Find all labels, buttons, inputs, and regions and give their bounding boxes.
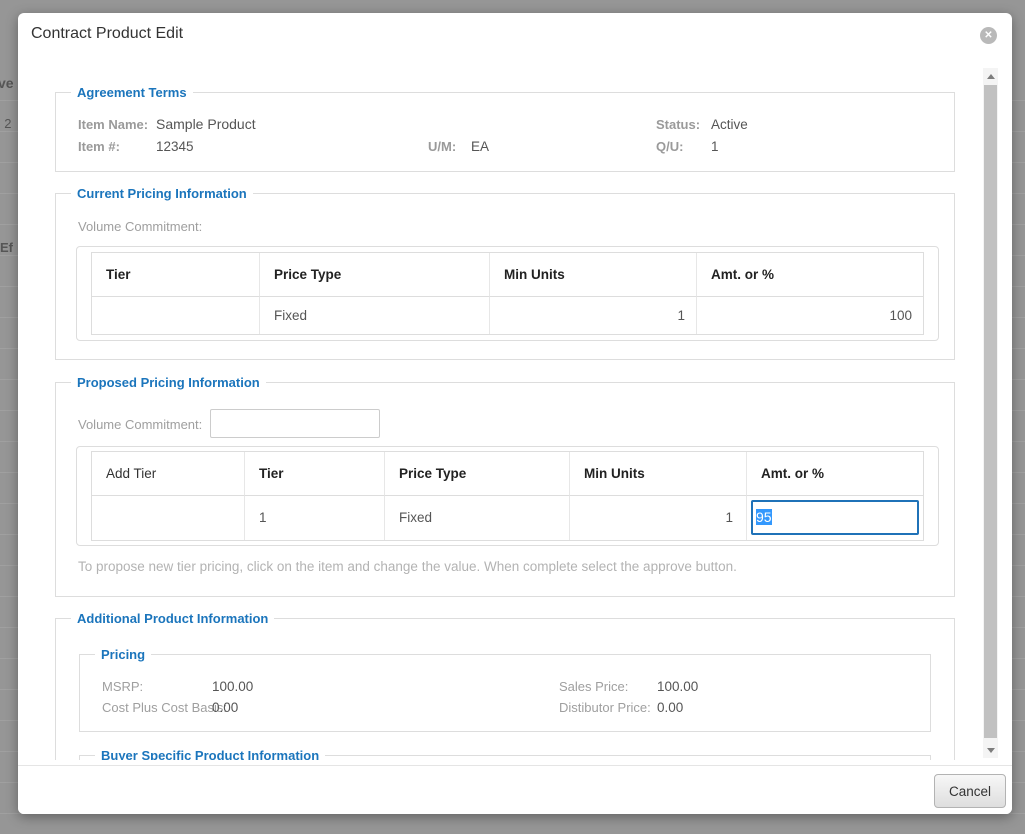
additional-product-info-legend: Additional Product Information — [71, 611, 274, 627]
scroll-down-button[interactable] — [983, 742, 998, 758]
vertical-scrollbar[interactable] — [983, 68, 998, 758]
proposed-price-type-cell[interactable]: Fixed — [385, 496, 570, 540]
current-pricing-legend: Current Pricing Information — [71, 186, 253, 202]
dialog-footer: Cancel — [18, 765, 1012, 814]
proposed-min-units-cell[interactable]: 1 — [570, 496, 747, 540]
column-header-tier: Tier — [245, 452, 385, 496]
current-tier-cell — [92, 297, 260, 334]
column-header-min-units: Min Units — [490, 253, 697, 297]
column-header-price-type: Price Type — [260, 253, 490, 297]
distributor-price-label: Distibutor Price: — [559, 700, 651, 715]
volume-commitment-label: Volume Commitment: — [78, 219, 202, 234]
cost-plus-label: Cost Plus Cost Basis: — [102, 700, 227, 715]
background-text-fragment: Ef — [0, 240, 13, 255]
um-label: U/M: — [428, 139, 456, 154]
sales-price-label: Sales Price: — [559, 679, 628, 694]
column-header-min-units: Min Units — [570, 452, 747, 496]
cancel-button[interactable]: Cancel — [934, 774, 1006, 808]
proposed-amt-cell: 95 — [747, 496, 923, 540]
column-header-amt: Amt. or % — [747, 452, 923, 496]
current-price-type-cell: Fixed — [260, 297, 490, 334]
buyer-specific-info-subsection: Buyer Specific Product Information — [79, 755, 931, 760]
qu-label: Q/U: — [656, 139, 683, 154]
close-button[interactable]: ✕ — [980, 27, 997, 44]
scrollbar-thumb[interactable] — [984, 85, 997, 738]
qu-value: 1 — [711, 139, 719, 154]
contract-product-edit-dialog: Contract Product Edit ✕ Agreement Terms … — [18, 13, 1012, 814]
proposed-add-tier-cell[interactable] — [92, 496, 245, 540]
column-header-tier: Tier — [92, 253, 260, 297]
scroll-up-button[interactable] — [983, 68, 998, 84]
pricing-subsection: Pricing MSRP: 100.00 Cost Plus Cost Basi… — [79, 654, 931, 732]
msrp-value: 100.00 — [212, 679, 253, 694]
status-value: Active — [711, 117, 748, 132]
current-pricing-section: Current Pricing Information Volume Commi… — [55, 193, 955, 360]
scroll-down-icon — [987, 748, 995, 753]
volume-commitment-label: Volume Commitment: — [78, 417, 202, 432]
column-header-add-tier[interactable]: Add Tier — [92, 452, 245, 496]
item-number-value: 12345 — [156, 139, 194, 154]
dialog-title: Contract Product Edit — [31, 25, 183, 43]
cost-plus-value: 0.00 — [212, 700, 238, 715]
pricing-legend: Pricing — [95, 647, 151, 663]
current-amt-cell: 100 — [697, 297, 923, 334]
amt-edit-input[interactable]: 95 — [751, 500, 919, 535]
status-label: Status: — [656, 117, 700, 132]
buyer-specific-info-legend: Buyer Specific Product Information — [95, 748, 325, 760]
item-name-value: Sample Product — [156, 116, 256, 132]
proposed-tier-cell[interactable]: 1 — [245, 496, 385, 540]
item-number-label: Item #: — [78, 139, 120, 154]
current-pricing-table: Tier Price Type Min Units Amt. or % Fixe… — [91, 252, 924, 335]
scroll-up-icon — [987, 74, 995, 79]
dialog-scroll-content: Agreement Terms Item Name: Sample Produc… — [55, 68, 955, 760]
tier-pricing-help-text: To propose new tier pricing, click on th… — [78, 559, 737, 574]
proposed-pricing-section: Proposed Pricing Information Volume Comm… — [55, 382, 955, 597]
item-name-label: Item Name: — [78, 117, 148, 132]
column-header-amt: Amt. or % — [697, 253, 923, 297]
agreement-terms-section: Agreement Terms Item Name: Sample Produc… — [55, 92, 955, 172]
current-min-units-cell: 1 — [490, 297, 697, 334]
proposed-pricing-table-container: Add Tier Tier Price Type Min Units Amt. … — [76, 446, 939, 546]
agreement-terms-legend: Agreement Terms — [71, 85, 193, 101]
distributor-price-value: 0.00 — [657, 700, 683, 715]
additional-product-info-section: Additional Product Information Pricing M… — [55, 618, 955, 760]
proposed-pricing-legend: Proposed Pricing Information — [71, 375, 266, 391]
sales-price-value: 100.00 — [657, 679, 698, 694]
selected-text: 95 — [756, 509, 772, 525]
volume-commitment-input[interactable] — [210, 409, 380, 438]
column-header-price-type: Price Type — [385, 452, 570, 496]
background-text-fragment: ve — [0, 75, 14, 91]
msrp-label: MSRP: — [102, 679, 143, 694]
background-text-fragment: , 2 — [0, 116, 11, 131]
proposed-pricing-table: Add Tier Tier Price Type Min Units Amt. … — [91, 451, 924, 541]
um-value: EA — [471, 139, 489, 154]
close-icon: ✕ — [984, 30, 992, 41]
current-pricing-table-container: Tier Price Type Min Units Amt. or % Fixe… — [76, 246, 939, 341]
